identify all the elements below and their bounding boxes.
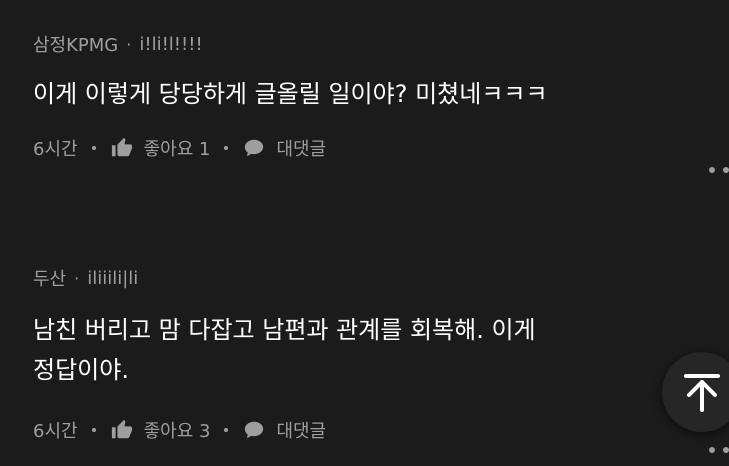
- action-separator: [91, 146, 96, 150]
- like-count-label: 좋아요 1: [143, 139, 211, 160]
- meta-separator: ·: [126, 34, 132, 54]
- more-options-dot: [723, 447, 729, 453]
- speech-bubble-icon: [242, 418, 266, 442]
- meta-separator: ·: [74, 268, 80, 288]
- comment-meta: 삼정KPMG · i!li!l!!!!: [33, 28, 729, 60]
- like-count-label: 좋아요 3: [143, 421, 211, 442]
- like-button[interactable]: 좋아요 1: [110, 135, 211, 161]
- comment-author[interactable]: 두산: [33, 265, 66, 291]
- comment-text: 남친 버리고 맘 다잡고 남편과 관계를 회복해. 이게 정답이야.: [33, 316, 536, 384]
- more-options-icon: [709, 447, 715, 453]
- comment-actions: 6시간 좋아요 3 대댓글: [33, 412, 729, 448]
- arrow-up-to-top-icon: [684, 374, 720, 412]
- like-button[interactable]: 좋아요 3: [110, 417, 211, 443]
- comment-time: 6시간: [33, 421, 78, 442]
- more-options-button[interactable]: [709, 446, 729, 454]
- comment-time: 6시간: [33, 139, 78, 160]
- more-options-icon: [709, 167, 715, 173]
- comment-handle: ilii​ili|li: [87, 267, 139, 289]
- action-separator: [91, 428, 96, 432]
- reply-label: 대댓글: [276, 139, 327, 160]
- comment-item: 삼정KPMG · i!li!l!!!! 이게 이렇게 당당하게 글올릴 일이야?…: [33, 28, 729, 166]
- speech-bubble-icon: [242, 136, 266, 160]
- comment-item: 두산 · ilii​ili|li 남친 버리고 맘 다잡고 남편과 관계를 회복…: [33, 262, 729, 448]
- more-options-button[interactable]: [709, 166, 729, 174]
- reply-button[interactable]: 대댓글: [242, 135, 326, 161]
- comment-actions: 6시간 좋아요 1 대댓글: [33, 130, 729, 166]
- comment-handle: i!li!l!!!!: [139, 33, 203, 55]
- thumbs-up-icon: [110, 136, 134, 160]
- action-separator: [224, 428, 229, 432]
- action-separator: [224, 146, 229, 150]
- comment-author[interactable]: 삼정KPMG: [33, 31, 118, 57]
- comment-text: 이게 이렇게 당당하게 글올릴 일이야? 미쳤네ㅋㅋㅋ: [33, 80, 548, 108]
- comment-thread: 삼정KPMG · i!li!l!!!! 이게 이렇게 당당하게 글올릴 일이야?…: [0, 0, 729, 466]
- more-options-dot: [723, 167, 729, 173]
- comment-meta: 두산 · ilii​ili|li: [33, 262, 729, 294]
- reply-label: 대댓글: [276, 421, 327, 442]
- reply-button[interactable]: 대댓글: [242, 417, 326, 443]
- thumbs-up-icon: [110, 418, 134, 442]
